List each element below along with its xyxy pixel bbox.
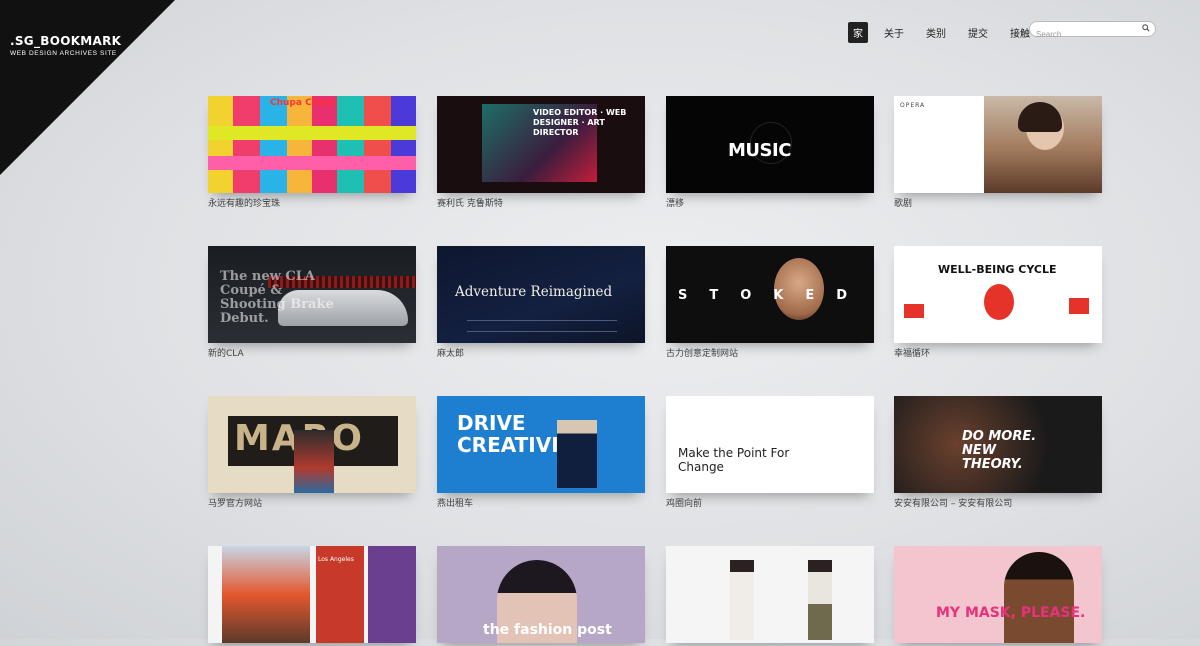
thumbnail[interactable]: MARO xyxy=(208,396,416,493)
thumbnail[interactable] xyxy=(666,546,874,643)
thumbnail[interactable]: Chupa Chups xyxy=(208,96,416,193)
thumb-text: The new CLA Coupé & Shooting Brake Debut… xyxy=(220,269,334,326)
nav-item-home[interactable]: 家 xyxy=(848,22,868,43)
search-input[interactable] xyxy=(1030,27,1136,42)
nav-item-categories[interactable]: 类别 xyxy=(920,22,952,43)
card-drive-creativity[interactable]: DRIVE CREATIVITY 燕出租车 xyxy=(437,396,645,509)
card-caption[interactable]: 新的CLA xyxy=(208,346,416,359)
thumb-text: VIDEO EDITOR · WEB DESIGNER · ART DIRECT… xyxy=(533,108,627,137)
card-my-mask[interactable]: MY MASK, PLEASE. xyxy=(894,546,1102,646)
card-well-being[interactable]: WELL-BEING CYCLE 幸福循环 xyxy=(894,246,1102,359)
card-stoked[interactable]: STOKED 古力创意定制网站 xyxy=(666,246,874,359)
nav-item-submit[interactable]: 提交 xyxy=(962,22,994,43)
thumbnail[interactable]: MY MASK, PLEASE. xyxy=(894,546,1102,643)
thumbnail[interactable]: Make the Point For Change xyxy=(666,396,874,493)
card-caption[interactable]: 马罗官方网站 xyxy=(208,496,416,509)
card-caption[interactable]: 古力创意定制网站 xyxy=(666,346,874,359)
nav-item-about[interactable]: 关于 xyxy=(878,22,910,43)
card-fashion-post[interactable]: the fashion post xyxy=(437,546,645,646)
card-point-for-change[interactable]: Make the Point For Change 鸡圈向前 xyxy=(666,396,874,509)
card-caption[interactable]: 安安有限公司 – 安安有限公司 xyxy=(894,496,1102,509)
card-opera[interactable]: OPERA 歌剧 xyxy=(894,96,1102,209)
card-fashion-lookbook[interactable] xyxy=(666,546,874,646)
thumb-text: DO MORE. NEW THEORY. xyxy=(962,429,1037,472)
thumb-text: Chupa Chups xyxy=(270,98,337,108)
logo-title[interactable]: .SG_BOOKMARK xyxy=(10,34,121,48)
corner-banner xyxy=(0,0,175,175)
search-icon[interactable] xyxy=(1142,24,1150,32)
thumb-text: MY MASK, PLEASE. xyxy=(936,605,1086,621)
thumbnail[interactable]: the fashion post xyxy=(437,546,645,643)
card-maro[interactable]: MARO 马罗官方网站 xyxy=(208,396,416,509)
card-caption[interactable]: 幸福循环 xyxy=(894,346,1102,359)
card-adventure[interactable]: Adventure Reimagined 麻太郎 xyxy=(437,246,645,359)
card-portfolio[interactable]: VIDEO EDITOR · WEB DESIGNER · ART DIRECT… xyxy=(437,96,645,209)
thumb-text: WELL-BEING CYCLE xyxy=(938,263,1057,276)
card-los-angeles[interactable]: Los Angeles xyxy=(208,546,416,646)
card-chupa-chups[interactable]: Chupa Chups 永远有趣的珍宝珠 xyxy=(208,96,416,209)
thumb-text: STOKED xyxy=(678,288,870,303)
card-caption[interactable]: 赛利氏 克鲁斯特 xyxy=(437,196,645,209)
thumbnail[interactable]: Adventure Reimagined xyxy=(437,246,645,343)
card-caption[interactable]: 漂移 xyxy=(666,196,874,209)
thumbnail[interactable]: MUSIC xyxy=(666,96,874,193)
main-nav: 家 关于 类别 提交 接触 xyxy=(848,22,1046,43)
thumb-text: OPERA xyxy=(900,102,926,109)
thumb-text: MUSIC xyxy=(728,140,791,161)
thumbnail[interactable]: Los Angeles xyxy=(208,546,416,643)
thumbnail[interactable]: STOKED xyxy=(666,246,874,343)
card-caption[interactable]: 鸡圈向前 xyxy=(666,496,874,509)
thumb-text: Make the Point For Change xyxy=(678,446,790,474)
thumb-text: Los Angeles xyxy=(318,556,354,563)
card-music[interactable]: MUSIC 漂移 xyxy=(666,96,874,209)
thumbnail[interactable]: WELL-BEING CYCLE xyxy=(894,246,1102,343)
thumb-text: Adventure Reimagined xyxy=(455,284,613,300)
card-caption[interactable]: 永远有趣的珍宝珠 xyxy=(208,196,416,209)
thumbnail[interactable]: DRIVE CREATIVITY xyxy=(437,396,645,493)
thumb-text: the fashion post xyxy=(483,622,612,638)
thumbnail[interactable]: OPERA xyxy=(894,96,1102,193)
card-new-cla[interactable]: The new CLA Coupé & Shooting Brake Debut… xyxy=(208,246,416,359)
thumbnail[interactable]: DO MORE. NEW THEORY. xyxy=(894,396,1102,493)
card-caption[interactable]: 歌剧 xyxy=(894,196,1102,209)
card-anan[interactable]: DO MORE. NEW THEORY. 安安有限公司 – 安安有限公司 xyxy=(894,396,1102,509)
logo-subtitle: WEB DESIGN ARCHIVES SITE xyxy=(10,50,117,57)
card-caption[interactable]: 麻太郎 xyxy=(437,346,645,359)
search-box xyxy=(1029,21,1156,42)
site-logo[interactable]: .SG_BOOKMARK WEB DESIGN ARCHIVES SITE xyxy=(10,34,121,57)
card-caption[interactable]: 燕出租车 xyxy=(437,496,645,509)
thumbnail[interactable]: The new CLA Coupé & Shooting Brake Debut… xyxy=(208,246,416,343)
thumbnail[interactable]: VIDEO EDITOR · WEB DESIGNER · ART DIRECT… xyxy=(437,96,645,193)
